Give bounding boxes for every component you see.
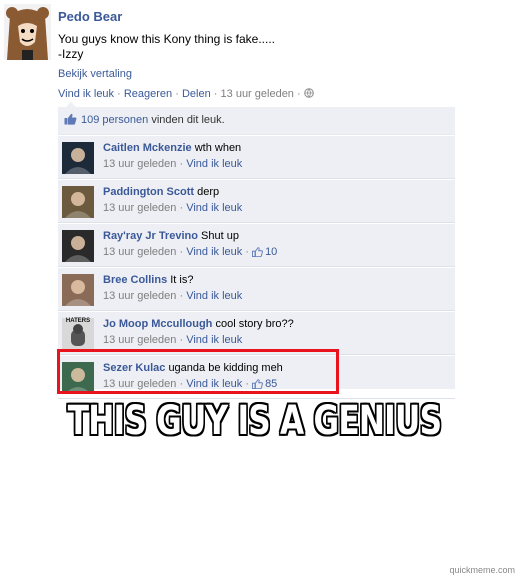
comment-like-link[interactable]: Vind ik leuk [186, 290, 242, 302]
commenter-name[interactable]: Caitlen Mckenzie [103, 142, 192, 154]
comment-meta: 13 uur geleden · Vind ik leuk [103, 334, 448, 346]
comment-row: HATERS Jo Moop Mccullough cool story bro?… [58, 311, 455, 355]
thumbs-up-icon [64, 109, 77, 136]
like-link[interactable]: Vind ik leuk [58, 88, 114, 100]
globe-icon [303, 88, 314, 101]
commenter-avatar[interactable]: HATERS [62, 318, 94, 350]
commenter-name[interactable]: Jo Moop Mccullough [103, 318, 212, 330]
comment-row: Caitlen Mckenzie wth when 13 uur geleden … [58, 135, 455, 179]
separator: · [179, 246, 184, 258]
post-text-line2: -Izzy [58, 47, 84, 61]
comment-like-link[interactable]: Vind ik leuk [186, 334, 242, 346]
comment-like-link[interactable]: Vind ik leuk [186, 378, 242, 390]
meme-caption: THIS GUY IS A GENIUS [67, 398, 442, 444]
comment-row: Ray'ray Jr Trevino Shut up 13 uur geleden… [58, 223, 455, 267]
comment-meta: 13 uur geleden · Vind ik leuk [103, 290, 448, 302]
commenter-name[interactable]: Ray'ray Jr Trevino [103, 230, 198, 242]
comment-list: Caitlen Mckenzie wth when 13 uur geleden … [58, 135, 455, 399]
comment-text: uganda be kidding meh [168, 362, 283, 374]
comment-body: Bree Collins It is? 13 uur geleden · Vind… [103, 274, 448, 302]
comment-like-link[interactable]: Vind ik leuk [186, 158, 242, 170]
comment-text: derp [197, 186, 220, 198]
commenter-avatar[interactable] [62, 362, 94, 394]
commenter-name[interactable]: Paddington Scott [103, 186, 194, 198]
like-count-number: 10 [265, 246, 278, 258]
separator: · [245, 378, 249, 390]
commenter-name[interactable]: Sezer Kulac [103, 362, 165, 374]
commenter-avatar[interactable] [62, 186, 94, 218]
comment-timestamp[interactable]: 13 uur geleden [103, 378, 176, 390]
comment-timestamp[interactable]: 13 uur geleden [103, 246, 176, 258]
separator: · [179, 290, 184, 302]
separator: · [213, 88, 218, 100]
comment-meta: 13 uur geleden · Vind ik leuk · 85 [103, 378, 448, 392]
comment-row: Sezer Kulac uganda be kidding meh 13 uur … [58, 355, 455, 399]
separator: · [117, 88, 121, 100]
comment-text: cool story bro?? [215, 318, 294, 330]
separator: · [297, 88, 301, 100]
post-author[interactable]: Pedo Bear [58, 9, 122, 24]
commenter-avatar[interactable] [62, 230, 94, 262]
separator: · [179, 202, 184, 214]
post-text: You guys know this Kony thing is fake...… [58, 32, 458, 62]
commenter-avatar[interactable] [62, 274, 94, 306]
comments-panel: 109 personen vinden dit leuk. Caitlen Mc… [58, 102, 455, 399]
comment-timestamp[interactable]: 13 uur geleden [103, 290, 176, 302]
like-count-number: 85 [265, 378, 278, 390]
comment-like-count[interactable]: 10 [252, 246, 277, 258]
separator: · [175, 88, 179, 100]
comment-line: Bree Collins It is? [103, 274, 448, 286]
likes-summary: 109 personen vinden dit leuk. [58, 107, 455, 135]
comment-meta: 13 uur geleden · Vind ik leuk · 10 [103, 246, 448, 260]
comment-like-link[interactable]: Vind ik leuk [186, 246, 242, 258]
comment-line: Caitlen Mckenzie wth when [103, 142, 448, 154]
comment-line: Jo Moop Mccullough cool story bro?? [103, 318, 448, 330]
translate-link[interactable]: Bekijk vertaling [58, 68, 132, 80]
separator: · [179, 158, 184, 170]
comment-line: Ray'ray Jr Trevino Shut up [103, 230, 448, 242]
comment-line: Sezer Kulac uganda be kidding meh [103, 362, 448, 374]
share-link[interactable]: Delen [182, 88, 211, 100]
comment-line: Paddington Scott derp [103, 186, 448, 198]
post-actions: Vind ik leuk · Reageren · Delen · 13 uur… [58, 88, 314, 101]
separator: · [245, 246, 249, 258]
comment-text: Shut up [201, 230, 239, 242]
watermark: quickmeme.com [449, 565, 515, 575]
separator: · [179, 378, 184, 390]
comment-row: Paddington Scott derp 13 uur geleden · Vi… [58, 179, 455, 223]
bear-mask-icon [4, 4, 51, 60]
comment-row: Bree Collins It is? 13 uur geleden · Vind… [58, 267, 455, 311]
comment-link[interactable]: Reageren [124, 88, 172, 100]
avatar-caption: HATERS [65, 318, 91, 324]
likes-count-link[interactable]: 109 personen [81, 114, 148, 126]
comment-like-link[interactable]: Vind ik leuk [186, 202, 242, 214]
thumbs-up-icon [252, 247, 263, 260]
comment-like-count[interactable]: 85 [252, 378, 277, 390]
comment-body: Ray'ray Jr Trevino Shut up 13 uur geleden… [103, 230, 448, 260]
comment-meta: 13 uur geleden · Vind ik leuk [103, 202, 448, 214]
separator: · [179, 334, 184, 346]
post-timestamp[interactable]: 13 uur geleden [221, 88, 294, 100]
post-text-line1: You guys know this Kony thing is fake...… [58, 32, 276, 46]
likes-suffix: vinden dit leuk. [151, 114, 225, 126]
comment-meta: 13 uur geleden · Vind ik leuk [103, 158, 448, 170]
comment-text: wth when [194, 142, 242, 154]
comment-body: Jo Moop Mccullough cool story bro?? 13 uu… [103, 318, 448, 346]
comment-text: It is? [170, 274, 194, 286]
thumbs-up-icon [252, 379, 263, 392]
comment-body: Sezer Kulac uganda be kidding meh 13 uur … [103, 362, 448, 392]
comment-timestamp[interactable]: 13 uur geleden [103, 202, 176, 214]
panel-caret [66, 102, 76, 107]
poster-avatar[interactable] [4, 4, 51, 60]
commenter-avatar[interactable] [62, 142, 94, 174]
comment-body: Caitlen Mckenzie wth when 13 uur geleden … [103, 142, 448, 170]
commenter-name[interactable]: Bree Collins [103, 274, 167, 286]
comment-body: Paddington Scott derp 13 uur geleden · Vi… [103, 186, 448, 214]
comment-timestamp[interactable]: 13 uur geleden [103, 334, 176, 346]
comment-timestamp[interactable]: 13 uur geleden [103, 158, 176, 170]
